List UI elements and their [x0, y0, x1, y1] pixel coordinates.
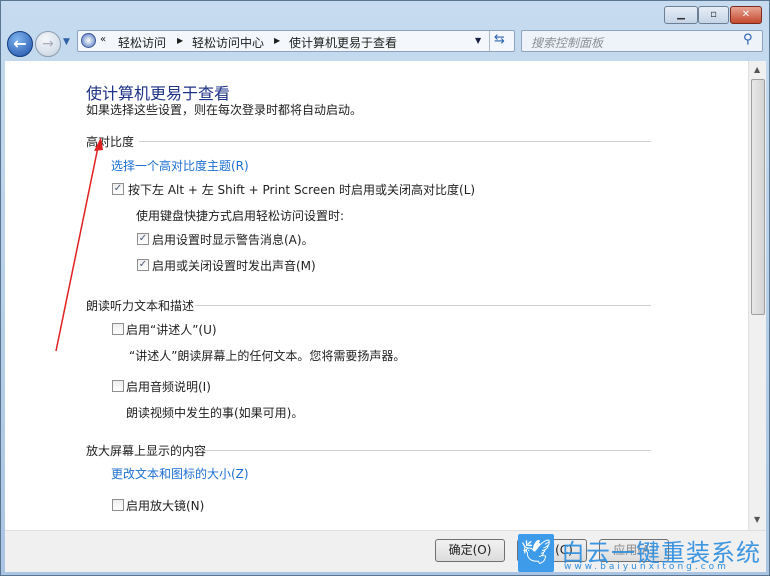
recent-pages-dropdown-icon[interactable]: ▼: [63, 37, 70, 47]
breadcrumb-ease-of-access[interactable]: 轻松访问: [118, 34, 166, 51]
minimize-button[interactable]: ▁: [664, 6, 698, 24]
search-input[interactable]: 搜索控制面板: [531, 34, 603, 51]
forward-button[interactable]: →: [35, 31, 61, 57]
back-arrow-icon: ←: [13, 34, 27, 53]
maximize-icon: ▫: [710, 9, 717, 20]
address-bar[interactable]: « 轻松访问 ▶ 轻松访问中心 ▶ 使计算机更易于查看 ▼ ⇆: [77, 30, 515, 52]
scrollbar-thumb[interactable]: [751, 79, 765, 315]
search-box[interactable]: 搜索控制面板 ⚲: [521, 30, 763, 52]
close-button[interactable]: ✕: [730, 6, 762, 24]
minimize-icon: ▁: [677, 9, 685, 20]
search-icon[interactable]: ⚲: [743, 32, 753, 47]
close-icon: ✕: [741, 9, 751, 20]
annotation-arrow: [55, 137, 103, 352]
vertical-scrollbar[interactable]: ▲ ▼: [748, 61, 766, 530]
breadcrumb-current[interactable]: 使计算机更易于查看: [289, 34, 397, 51]
control-panel-window: ▁ ▫ ✕ ← → ▼ « 轻松访问 ▶ 轻松访问中心 ▶ 使计算机更易于查看 …: [0, 0, 770, 576]
breadcrumb-separator-icon[interactable]: ▶: [274, 36, 280, 45]
scroll-down-icon[interactable]: ▼: [754, 515, 760, 524]
watermark-bird-logo: 🕊: [518, 534, 554, 572]
scroll-up-icon[interactable]: ▲: [754, 65, 760, 74]
refresh-icon[interactable]: ⇆: [494, 32, 505, 47]
back-button[interactable]: ←: [7, 31, 33, 57]
breadcrumb-separator-icon[interactable]: ▶: [177, 36, 183, 45]
address-dropdown-icon[interactable]: ▼: [475, 36, 481, 45]
content-pane: 使计算机更易于查看 如果选择这些设置，则在每次登录时都将自动启动。 高对比度 选…: [5, 61, 748, 530]
ok-button[interactable]: 确定(O): [435, 539, 505, 562]
breadcrumb-overflow[interactable]: «: [100, 34, 106, 45]
watermark-url: www.baiyunxitong.com: [564, 562, 729, 572]
accessibility-icon: [81, 33, 96, 48]
maximize-button[interactable]: ▫: [698, 6, 729, 24]
forward-arrow-icon: →: [42, 36, 54, 52]
breadcrumb-ease-of-access-center[interactable]: 轻松访问中心: [192, 34, 264, 51]
